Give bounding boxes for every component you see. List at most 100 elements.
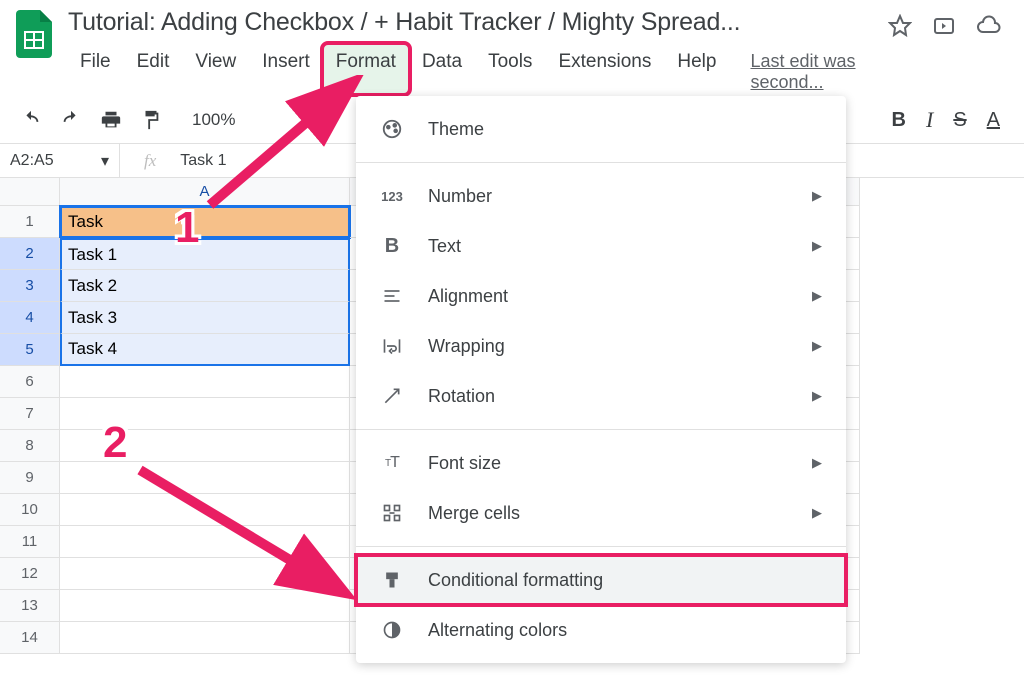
cell-a5[interactable]: Task 4 [60, 334, 350, 366]
header: Tutorial: Adding Checkbox / + Habit Trac… [0, 0, 1024, 93]
italic-button[interactable]: I [926, 107, 933, 133]
menubar: File Edit View Insert Format Data Tools … [68, 45, 888, 93]
row-header[interactable]: 13 [0, 590, 60, 622]
cell-a3[interactable]: Task 2 [60, 270, 350, 302]
conditional-icon [380, 568, 404, 592]
chevron-right-icon: ▶ [812, 288, 822, 304]
dd-fontsize[interactable]: TT Font size ▶ [356, 438, 846, 488]
chevron-right-icon: ▶ [812, 505, 822, 521]
strike-button[interactable]: S [953, 109, 966, 132]
name-box[interactable]: A2:A5 ▾ [0, 144, 120, 177]
title-area: Tutorial: Adding Checkbox / + Habit Trac… [68, 8, 888, 93]
dd-label: Merge cells [428, 503, 520, 524]
sheets-logo-icon[interactable] [12, 12, 56, 56]
chevron-right-icon: ▶ [812, 188, 822, 204]
cloud-icon[interactable] [976, 14, 1002, 38]
alternating-icon [380, 618, 404, 642]
cell-text: Task 1 [68, 245, 117, 265]
row-header[interactable]: 7 [0, 398, 60, 430]
separator [356, 162, 846, 163]
wrapping-icon [380, 334, 404, 358]
arrow-1 [200, 75, 380, 215]
separator [356, 546, 846, 547]
dd-label: Text [428, 236, 461, 257]
dd-text[interactable]: B Text ▶ [356, 221, 846, 271]
grid-corner[interactable] [0, 178, 60, 206]
row-header[interactable]: 12 [0, 558, 60, 590]
chevron-right-icon: ▶ [812, 455, 822, 471]
undo-icon[interactable] [20, 109, 42, 131]
format-group: B I S A [892, 107, 1000, 133]
header-icons [888, 14, 1012, 38]
textcolor-button[interactable]: A [987, 109, 1000, 132]
merge-icon [380, 501, 404, 525]
arrow-2 [130, 460, 370, 610]
dd-label: Alternating colors [428, 620, 567, 641]
cell[interactable] [60, 622, 350, 654]
doc-title[interactable]: Tutorial: Adding Checkbox / + Habit Trac… [68, 8, 888, 37]
star-icon[interactable] [888, 14, 912, 38]
dd-label: Number [428, 186, 492, 207]
alignment-icon [380, 284, 404, 308]
bold-button[interactable]: B [892, 109, 906, 132]
row-header[interactable]: 11 [0, 526, 60, 558]
chevron-down-icon: ▾ [101, 151, 109, 171]
dd-theme[interactable]: Theme [356, 104, 846, 154]
cell-a4[interactable]: Task 3 [60, 302, 350, 334]
theme-icon [380, 117, 404, 141]
cell-text: Task 4 [68, 339, 117, 359]
paint-format-icon[interactable] [140, 109, 162, 131]
menu-edit[interactable]: Edit [125, 45, 182, 93]
row-header[interactable]: 2 [0, 238, 60, 270]
dd-label: Theme [428, 119, 484, 140]
menu-extensions[interactable]: Extensions [546, 45, 663, 93]
dd-alignment[interactable]: Alignment ▶ [356, 271, 846, 321]
chevron-right-icon: ▶ [812, 238, 822, 254]
row-header[interactable]: 5 [0, 334, 60, 366]
last-edit-link[interactable]: Last edit was second... [750, 45, 888, 93]
menu-help[interactable]: Help [665, 45, 728, 93]
cell-text: Task [68, 212, 103, 232]
fontsize-icon: TT [380, 451, 404, 475]
row-header[interactable]: 4 [0, 302, 60, 334]
fx-icon: fx [120, 151, 180, 171]
rotation-icon [380, 384, 404, 408]
dd-label: Conditional formatting [428, 570, 603, 591]
row-header[interactable]: 10 [0, 494, 60, 526]
name-box-value: A2:A5 [10, 152, 54, 170]
dd-merge[interactable]: Merge cells ▶ [356, 488, 846, 538]
menu-file[interactable]: File [68, 45, 123, 93]
dd-label: Font size [428, 453, 501, 474]
dd-label: Rotation [428, 386, 495, 407]
chevron-right-icon: ▶ [812, 388, 822, 404]
dd-label: Alignment [428, 286, 508, 307]
row-header[interactable]: 8 [0, 430, 60, 462]
menu-data[interactable]: Data [410, 45, 474, 93]
move-icon[interactable] [932, 14, 956, 38]
dd-number[interactable]: 123 Number ▶ [356, 171, 846, 221]
row-header[interactable]: 14 [0, 622, 60, 654]
number-icon: 123 [380, 184, 404, 208]
print-icon[interactable] [100, 109, 122, 131]
row-header[interactable]: 3 [0, 270, 60, 302]
cell-text: Task 2 [68, 276, 117, 296]
row-header[interactable]: 9 [0, 462, 60, 494]
annotation-1: 1 [175, 203, 199, 253]
dd-wrapping[interactable]: Wrapping ▶ [356, 321, 846, 371]
cell[interactable] [60, 366, 350, 398]
dd-rotation[interactable]: Rotation ▶ [356, 371, 846, 421]
row-header[interactable]: 1 [0, 206, 60, 238]
row-header[interactable]: 6 [0, 366, 60, 398]
format-dropdown: Theme 123 Number ▶ B Text ▶ Alignment ▶ … [356, 96, 846, 663]
redo-icon[interactable] [60, 109, 82, 131]
dd-alternating-colors[interactable]: Alternating colors [356, 605, 846, 655]
cell-a2[interactable]: Task 1 [60, 238, 350, 270]
chevron-right-icon: ▶ [812, 338, 822, 354]
separator [356, 429, 846, 430]
dd-conditional-formatting[interactable]: Conditional formatting [356, 555, 846, 605]
text-icon: B [380, 234, 404, 258]
menu-tools[interactable]: Tools [476, 45, 544, 93]
dd-label: Wrapping [428, 336, 505, 357]
cell-text: Task 3 [68, 308, 117, 328]
annotation-2: 2 [103, 418, 127, 468]
